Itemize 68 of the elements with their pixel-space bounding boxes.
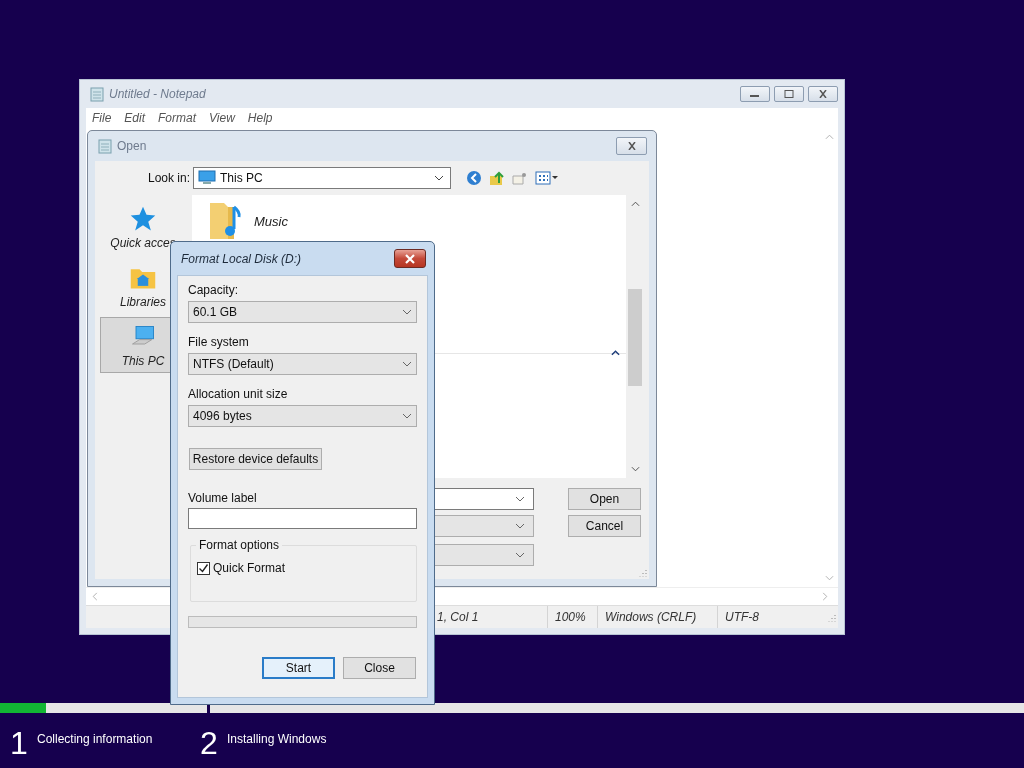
- field-label: Capacity:: [188, 283, 240, 297]
- close-icon: [404, 253, 416, 264]
- chevron-down-icon: [515, 552, 525, 558]
- scroll-down-icon[interactable]: [630, 466, 640, 472]
- group-title: Format options: [196, 538, 283, 552]
- field-label: Allocation unit size: [188, 387, 289, 401]
- dialog-button[interactable]: Open: [568, 488, 641, 510]
- chevron-down-icon: [515, 496, 525, 502]
- menu-item[interactable]: Edit: [124, 111, 153, 125]
- scroll-left-icon[interactable]: [92, 592, 98, 601]
- status-bar-text: Windows (CRLF): [597, 606, 717, 628]
- status-bar-text: UTF-8: [717, 606, 807, 628]
- field-label: Volume label: [188, 491, 258, 505]
- close-button[interactable]: [394, 249, 426, 268]
- chevron-down-icon: [515, 523, 525, 529]
- dropdown[interactable]: 4096 bytes: [188, 405, 417, 427]
- menu-item[interactable]: Help: [247, 111, 280, 125]
- dialog-title: Open: [117, 139, 147, 153]
- notepad-icon: [89, 86, 105, 102]
- step-number: 1: [10, 726, 29, 760]
- status-bar-text: 100%: [547, 606, 597, 628]
- close-icon: [817, 90, 829, 98]
- resize-grip-icon[interactable]: [826, 612, 836, 622]
- look-in-label: Look in:: [148, 171, 192, 185]
- step-label: Collecting information: [37, 732, 153, 746]
- step-label: Installing Windows: [227, 732, 327, 746]
- checkbox[interactable]: [197, 561, 210, 575]
- chevron-down-icon: [402, 361, 412, 367]
- restore-defaults-button[interactable]: Restore device defaults: [189, 448, 322, 470]
- status-bar-text: 1, Col 1: [436, 609, 480, 626]
- collapse-icon[interactable]: [611, 350, 620, 356]
- close-icon: [625, 142, 638, 150]
- scroll-up-icon[interactable]: [630, 201, 640, 207]
- field-label: File system: [188, 335, 250, 349]
- computer-icon: [198, 170, 216, 186]
- dropdown[interactable]: NTFS (Default): [188, 353, 417, 375]
- view-menu-icon[interactable]: [535, 170, 559, 186]
- dialog-button[interactable]: Start: [262, 657, 335, 679]
- close-button[interactable]: [808, 86, 838, 102]
- menu-item[interactable]: File: [92, 111, 119, 125]
- checkbox-option[interactable]: Quick Format: [197, 561, 416, 575]
- maximize-button[interactable]: [774, 86, 804, 102]
- scroll-up-icon[interactable]: [825, 134, 834, 140]
- close-button[interactable]: [616, 137, 647, 155]
- menu-item[interactable]: Format: [158, 111, 204, 125]
- volume-label-field[interactable]: [188, 508, 417, 529]
- dropdown[interactable]: 60.1 GB: [188, 301, 417, 323]
- chevron-down-icon: [434, 175, 444, 181]
- new-folder-icon[interactable]: [512, 170, 528, 186]
- maximize-icon: [783, 90, 795, 98]
- step-number: 2: [200, 726, 219, 760]
- back-icon[interactable]: [466, 170, 482, 186]
- dialog-button[interactable]: Cancel: [568, 515, 641, 537]
- scroll-thumb[interactable]: [628, 289, 642, 386]
- scroll-right-icon[interactable]: [822, 592, 828, 601]
- look-in-dropdown[interactable]: This PC: [193, 167, 451, 189]
- chevron-down-icon: [402, 413, 412, 419]
- dialog-button[interactable]: Close: [343, 657, 416, 679]
- up-folder-icon[interactable]: [489, 170, 505, 186]
- scroll-down-icon[interactable]: [825, 575, 834, 581]
- dialog-title: Format Local Disk (D:): [181, 251, 302, 266]
- window-title: Untitled - Notepad: [109, 87, 206, 101]
- menu-item[interactable]: View: [209, 111, 242, 125]
- minimize-button[interactable]: [740, 86, 770, 102]
- notepad-icon: [97, 138, 113, 154]
- chevron-down-icon: [402, 309, 412, 315]
- folder-name[interactable]: Music: [254, 213, 288, 229]
- resize-grip-icon[interactable]: [637, 567, 647, 577]
